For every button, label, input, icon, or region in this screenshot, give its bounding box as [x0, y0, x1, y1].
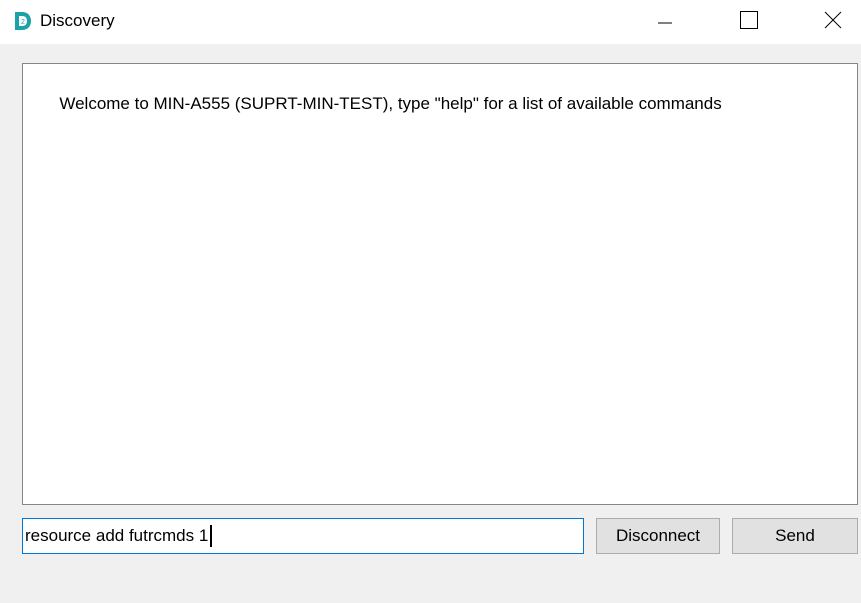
- window-title: Discovery: [40, 11, 115, 30]
- command-input-value: resource add futrcmds 1: [25, 526, 209, 545]
- welcome-message: Welcome to MIN-A555 (SUPRT-MIN-TEST), ty…: [59, 94, 722, 113]
- disconnect-button[interactable]: Disconnect: [596, 518, 720, 554]
- minimize-icon: [658, 22, 672, 24]
- maximize-icon: [740, 11, 758, 29]
- close-button[interactable]: [810, 0, 856, 40]
- app-logo-icon: 2: [15, 12, 31, 30]
- client-area: Welcome to MIN-A555 (SUPRT-MIN-TEST), ty…: [0, 44, 861, 603]
- console-output[interactable]: Welcome to MIN-A555 (SUPRT-MIN-TEST), ty…: [22, 63, 858, 505]
- text-caret: [210, 525, 213, 547]
- send-button[interactable]: Send: [732, 518, 858, 554]
- discovery-window: 2 Discovery Welcome to MIN-A555 (SUPRT-M…: [0, 0, 861, 603]
- maximize-button[interactable]: [726, 0, 772, 40]
- minimize-button[interactable]: [642, 0, 688, 40]
- close-icon: [824, 11, 842, 29]
- command-input[interactable]: resource add futrcmds 1: [22, 518, 584, 554]
- svg-text:2: 2: [21, 19, 25, 26]
- title-bar[interactable]: 2 Discovery: [0, 0, 861, 42]
